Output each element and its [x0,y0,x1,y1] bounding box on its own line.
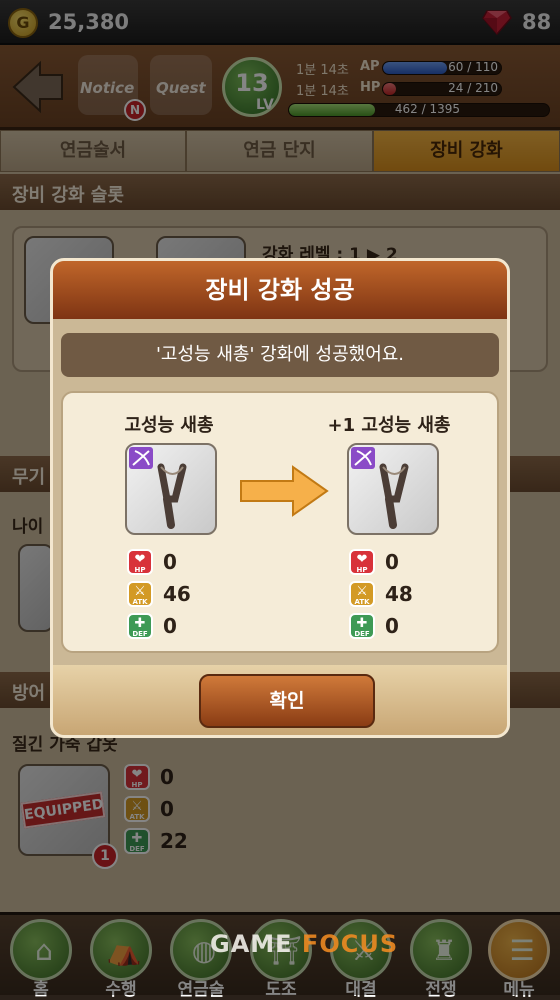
before-atk-value: 46 [163,582,191,606]
before-item-name: 고성능 새총 [124,415,214,436]
after-item-name: +1 고성능 새총 [327,415,451,436]
watermark-line2: FOCUS [301,930,399,958]
arrow-right-icon [240,465,329,517]
slingshot-icon [351,447,409,529]
slingshot-icon [129,447,187,529]
after-hp-value: 0 [385,550,399,574]
before-def-value: 0 [163,614,177,638]
atk-stat-icon: ATK [127,581,153,607]
def-stat-icon: DEF [349,613,375,639]
after-atk-value: 48 [385,582,413,606]
enhance-success-dialog: 장비 강화 성공 '고성능 새총' 강화에 성공했어요. 고성능 새총 +1 고… [50,258,510,738]
hp-stat-icon: HP [127,549,153,575]
after-def-value: 0 [385,614,399,638]
atk-stat-icon: ATK [349,581,375,607]
comparison-panel: 고성능 새총 +1 고성능 새총 HP 0 ATK [61,391,499,653]
after-item-card [347,443,439,535]
dialog-message: '고성능 새총' 강화에 성공했어요. [61,333,499,377]
before-item-card [125,443,217,535]
watermark-line1: GAME [210,930,293,958]
watermark-logo: GAME FOCUS [210,930,398,958]
confirm-button[interactable]: 확인 [199,674,375,728]
before-hp-value: 0 [163,550,177,574]
def-stat-icon: DEF [127,613,153,639]
hp-stat-icon: HP [349,549,375,575]
dialog-title: 장비 강화 성공 [53,261,507,319]
